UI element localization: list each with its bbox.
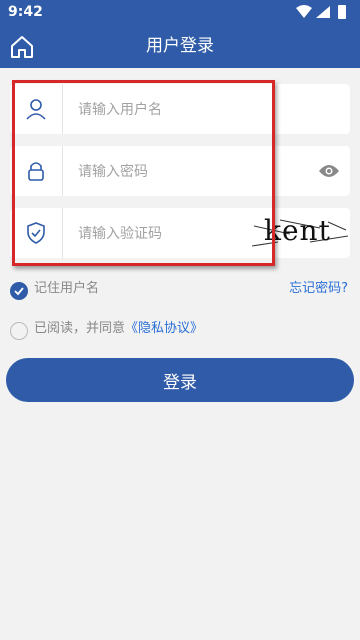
username-row bbox=[10, 84, 350, 134]
battery-icon bbox=[338, 5, 346, 19]
status-icons bbox=[296, 5, 346, 19]
divider bbox=[62, 84, 63, 134]
privacy-link[interactable]: 《隐私协议》 bbox=[125, 321, 203, 336]
login-button[interactable]: 登录 bbox=[6, 358, 354, 402]
forgot-password-link[interactable]: 忘记密码? bbox=[289, 280, 348, 298]
username-input[interactable] bbox=[76, 94, 280, 126]
lock-icon bbox=[10, 146, 62, 196]
password-row bbox=[10, 146, 350, 196]
eye-icon[interactable] bbox=[318, 163, 340, 179]
checked-icon[interactable] bbox=[10, 282, 28, 300]
captcha-image[interactable]: kent bbox=[250, 212, 350, 254]
shield-icon bbox=[10, 208, 62, 258]
remember-label: 记住用户名 bbox=[34, 281, 100, 296]
captcha-text: kent bbox=[264, 214, 331, 247]
agree-prefix: 已阅读，并同意 bbox=[34, 321, 126, 336]
signal-icon bbox=[316, 6, 330, 18]
app-bar: 用户登录 bbox=[0, 24, 360, 68]
divider bbox=[62, 146, 63, 196]
wifi-icon bbox=[296, 5, 312, 18]
page-title: 用户登录 bbox=[146, 36, 214, 56]
unchecked-icon[interactable] bbox=[10, 322, 28, 340]
user-icon bbox=[10, 84, 62, 134]
status-time: 9:42 bbox=[8, 4, 43, 20]
status-bar: 9:42 bbox=[0, 0, 360, 24]
divider bbox=[62, 208, 63, 258]
captcha-row: kent bbox=[10, 208, 350, 258]
agree-label: 已阅读，并同意《隐私协议》 bbox=[34, 320, 203, 338]
password-input[interactable] bbox=[76, 156, 280, 188]
